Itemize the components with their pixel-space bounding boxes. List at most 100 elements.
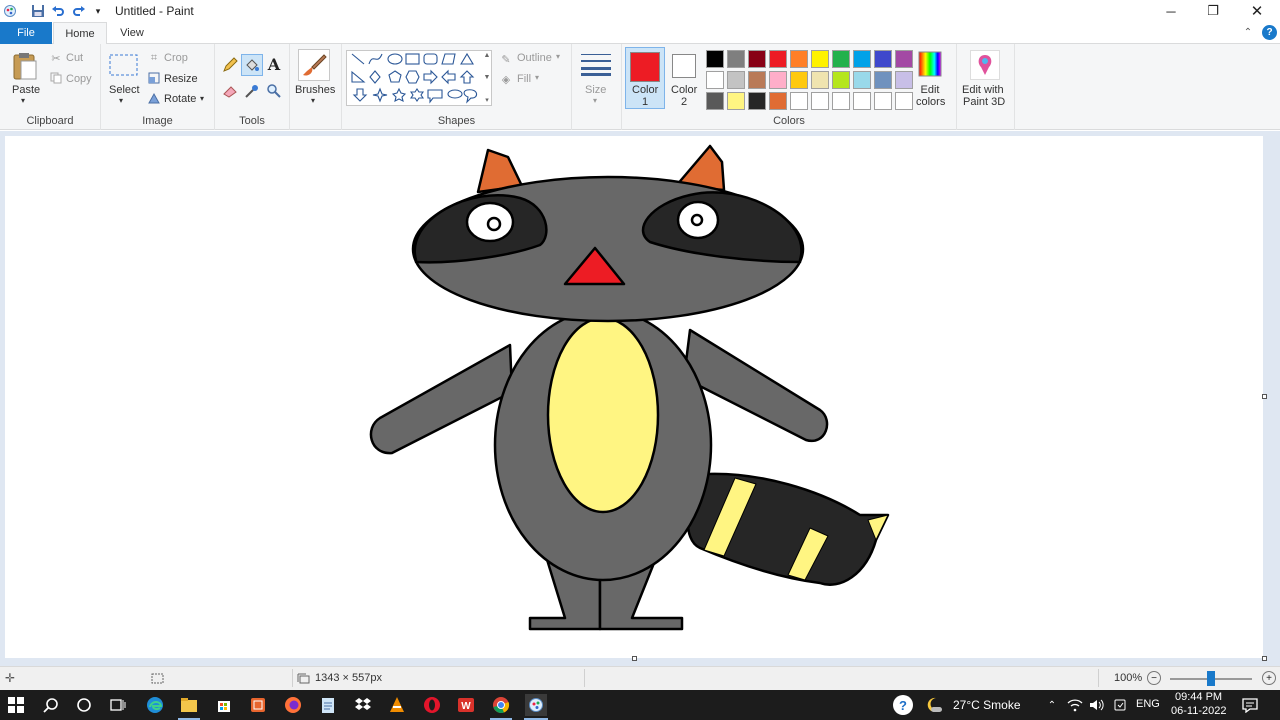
app-icon-orange[interactable] bbox=[248, 695, 268, 715]
vlc-icon[interactable] bbox=[387, 695, 407, 715]
chrome-icon[interactable] bbox=[491, 695, 511, 715]
store-icon[interactable] bbox=[214, 695, 234, 715]
edit-colors-icon[interactable] bbox=[918, 50, 942, 78]
clock-time[interactable]: 09:44 PM bbox=[1175, 691, 1222, 703]
palette-swatch[interactable] bbox=[811, 50, 829, 68]
resize-handle-bottom[interactable] bbox=[632, 656, 637, 661]
paint3d-icon[interactable] bbox=[970, 50, 1000, 80]
rotate-button[interactable]: Rotate bbox=[164, 93, 196, 105]
size-button[interactable]: Size bbox=[585, 84, 606, 96]
paint-app-icon[interactable] bbox=[2, 3, 18, 19]
wps-office-icon[interactable]: W bbox=[456, 695, 476, 715]
palette-swatch[interactable] bbox=[811, 71, 829, 89]
outline-button[interactable]: Outline bbox=[517, 52, 552, 64]
copy-button[interactable]: Copy bbox=[66, 73, 92, 85]
palette-swatch[interactable] bbox=[853, 50, 871, 68]
weather-text[interactable]: 27°C Smoke bbox=[953, 698, 1021, 712]
zoom-slider-thumb[interactable] bbox=[1207, 671, 1215, 686]
palette-swatch[interactable] bbox=[769, 50, 787, 68]
edit-colors-button[interactable]: Edit colors bbox=[916, 84, 945, 108]
save-icon[interactable] bbox=[30, 3, 46, 19]
palette-swatch[interactable] bbox=[748, 71, 766, 89]
onedrive-icon[interactable] bbox=[1110, 695, 1130, 715]
drawing-canvas[interactable] bbox=[5, 136, 1263, 658]
size-dropdown-icon[interactable]: ▾ bbox=[593, 96, 597, 105]
palette-swatch[interactable] bbox=[727, 50, 745, 68]
palette-swatch[interactable] bbox=[895, 71, 913, 89]
wifi-icon[interactable] bbox=[1065, 695, 1085, 715]
text-tool-icon[interactable]: A bbox=[265, 54, 283, 74]
cortana-icon[interactable] bbox=[74, 695, 94, 715]
volume-icon[interactable] bbox=[1087, 695, 1107, 715]
select-button[interactable]: Select bbox=[109, 84, 140, 96]
palette-swatch[interactable] bbox=[706, 71, 724, 89]
palette-swatch[interactable] bbox=[769, 92, 787, 110]
fill-bucket-icon[interactable] bbox=[241, 54, 263, 76]
restore-button[interactable]: ❐ bbox=[1190, 0, 1236, 22]
fill-button[interactable]: Fill bbox=[517, 73, 531, 85]
palette-swatch[interactable] bbox=[790, 92, 808, 110]
paint3d-label1[interactable]: Edit with bbox=[962, 84, 1004, 96]
zoom-out-button[interactable]: − bbox=[1147, 671, 1161, 685]
rotate-dropdown-icon[interactable]: ▾ bbox=[200, 94, 204, 103]
tab-view[interactable]: View bbox=[108, 22, 156, 44]
pencil-icon[interactable] bbox=[221, 56, 239, 74]
palette-swatch[interactable] bbox=[832, 71, 850, 89]
close-button[interactable]: ✕ bbox=[1234, 0, 1280, 22]
size-icon[interactable] bbox=[580, 52, 612, 76]
help-tray-icon[interactable]: ? bbox=[893, 695, 913, 715]
clock-date[interactable]: 06-11-2022 bbox=[1171, 705, 1226, 717]
tab-file[interactable]: File bbox=[0, 22, 52, 44]
file-explorer-icon[interactable] bbox=[179, 695, 199, 715]
search-icon[interactable] bbox=[41, 695, 61, 715]
undo-icon[interactable] bbox=[50, 3, 66, 19]
windows-start-icon[interactable] bbox=[6, 695, 26, 715]
resize-button[interactable]: Resize bbox=[164, 73, 198, 85]
palette-swatch[interactable] bbox=[895, 50, 913, 68]
help-icon[interactable]: ? bbox=[1262, 25, 1277, 40]
magnifier-icon[interactable] bbox=[265, 82, 283, 100]
brushes-button[interactable]: Brushes bbox=[295, 84, 335, 96]
color-picker-icon[interactable] bbox=[243, 82, 261, 100]
tab-home[interactable]: Home bbox=[53, 22, 107, 45]
redo-icon[interactable] bbox=[71, 3, 87, 19]
palette-swatch[interactable] bbox=[727, 71, 745, 89]
customize-quick-access-icon[interactable]: ▾ bbox=[90, 3, 106, 19]
palette-swatch[interactable] bbox=[853, 92, 871, 110]
task-view-icon[interactable] bbox=[108, 695, 128, 715]
shapes-scroll-icon[interactable]: ▲ ▼ ▾ bbox=[483, 52, 491, 104]
select-dropdown-icon[interactable]: ▾ bbox=[119, 96, 123, 105]
outline-dropdown-icon[interactable]: ▾ bbox=[556, 52, 560, 61]
palette-swatch[interactable] bbox=[727, 92, 745, 110]
select-icon[interactable] bbox=[109, 52, 139, 78]
fill-dropdown-icon[interactable]: ▾ bbox=[535, 73, 539, 82]
palette-swatch[interactable] bbox=[832, 50, 850, 68]
palette-swatch[interactable] bbox=[706, 50, 724, 68]
paste-button[interactable]: Paste bbox=[12, 84, 40, 96]
palette-swatch[interactable] bbox=[748, 50, 766, 68]
firefox-icon[interactable] bbox=[283, 695, 303, 715]
palette-swatch[interactable] bbox=[874, 50, 892, 68]
palette-swatch[interactable] bbox=[706, 92, 724, 110]
notification-center-icon[interactable] bbox=[1240, 695, 1260, 715]
notepad-icon[interactable] bbox=[318, 695, 338, 715]
color2-swatch[interactable] bbox=[672, 54, 696, 78]
zoom-in-button[interactable]: + bbox=[1262, 671, 1276, 685]
palette-swatch[interactable] bbox=[748, 92, 766, 110]
dropbox-icon[interactable] bbox=[353, 695, 373, 715]
brushes-icon[interactable] bbox=[298, 49, 330, 81]
edge-icon[interactable] bbox=[145, 695, 165, 715]
palette-swatch[interactable] bbox=[853, 71, 871, 89]
collapse-ribbon-icon[interactable]: ⌃ bbox=[1242, 26, 1254, 38]
paste-icon[interactable] bbox=[10, 50, 40, 82]
palette-swatch[interactable] bbox=[769, 71, 787, 89]
weather-moon-icon[interactable] bbox=[924, 695, 944, 715]
eraser-icon[interactable] bbox=[221, 82, 239, 100]
palette-swatch[interactable] bbox=[874, 71, 892, 89]
shapes-gallery[interactable] bbox=[346, 50, 492, 106]
show-hidden-icons[interactable]: ⌃ bbox=[1042, 695, 1062, 715]
paste-dropdown-icon[interactable]: ▾ bbox=[21, 96, 25, 105]
paint-taskbar-icon[interactable] bbox=[525, 694, 547, 716]
brushes-dropdown-icon[interactable]: ▾ bbox=[311, 96, 315, 105]
palette-swatch[interactable] bbox=[874, 92, 892, 110]
